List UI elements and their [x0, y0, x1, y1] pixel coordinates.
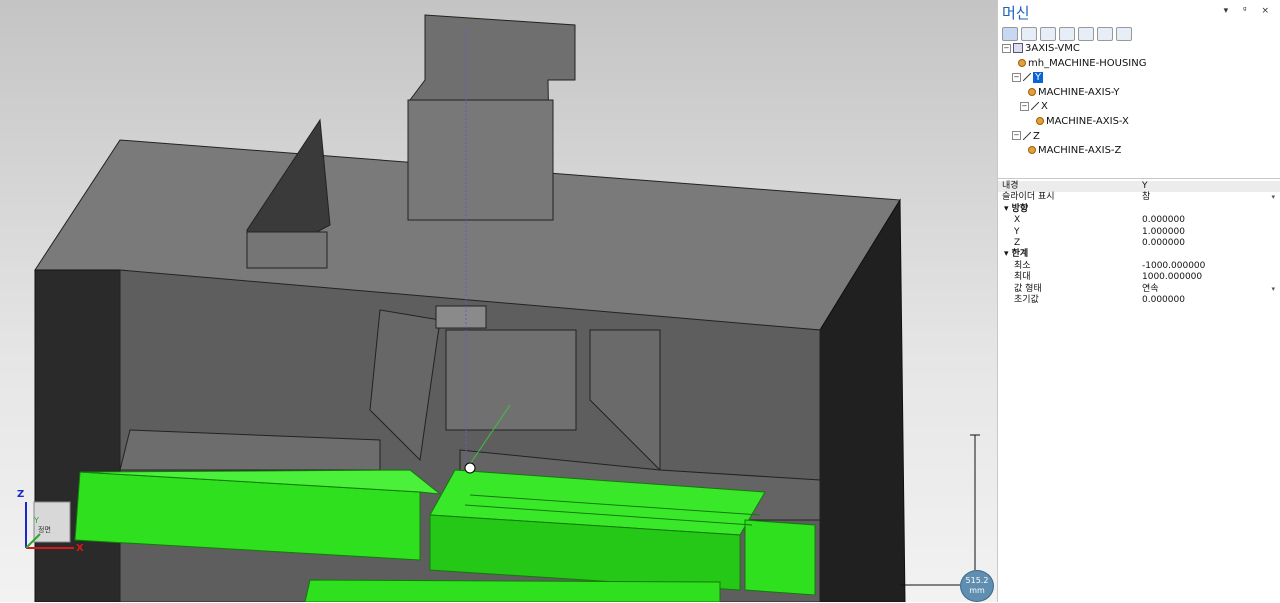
- property-value[interactable]: 0.000000: [1142, 238, 1185, 249]
- z-axis-label: Z: [17, 489, 25, 500]
- component-icon: [1018, 58, 1026, 67]
- view-navigator[interactable]: 정면 Z X Y: [14, 488, 84, 558]
- tree-expander[interactable]: −: [1020, 101, 1029, 111]
- column-block: [407, 99, 554, 221]
- properties-icon[interactable]: [1097, 27, 1113, 41]
- tree-node[interactable]: mh_MACHINE-HOUSING: [1018, 57, 1146, 70]
- property-value[interactable]: 0.000000: [1142, 295, 1185, 306]
- property-row[interactable]: 값 형태 연속 ▾: [998, 284, 1280, 295]
- property-key: ▾ 방향: [1004, 203, 1029, 214]
- tree-node-label: Y: [1033, 72, 1044, 84]
- measure-value: 515.2: [965, 576, 989, 585]
- panel-window-controls[interactable]: ▾ ᵍ ×: [1224, 6, 1275, 16]
- tree-node-label: 3AXIS-VMC: [1025, 43, 1080, 54]
- machine-tree[interactable]: −3AXIS-VMC mh_MACHINE-HOUSING − Y MACHINE-AX…: [998, 42, 1280, 172]
- property-value[interactable]: 0.000000: [1142, 215, 1185, 226]
- measure-badge: 515.2 mm: [960, 570, 994, 602]
- property-row[interactable]: Z 0.000000: [998, 238, 1280, 249]
- machine-icon: [1013, 43, 1023, 53]
- axis-icon: [1031, 102, 1039, 111]
- dropdown-icon[interactable]: ▾: [1271, 284, 1275, 295]
- tree-node[interactable]: − Z: [1012, 130, 1040, 143]
- property-row[interactable]: X 0.000000: [998, 215, 1280, 226]
- x-axis-label: X: [76, 543, 84, 554]
- tree-expander[interactable]: −: [1002, 43, 1011, 53]
- property-key: 최대: [1014, 272, 1031, 283]
- property-value[interactable]: -1000.000000: [1142, 261, 1205, 272]
- property-row[interactable]: Y 1.000000: [998, 227, 1280, 238]
- machine-panel: 머신 ▾ ᵍ × −3AXIS-VMC mh_MACHINE-HOUSING − Y M…: [997, 0, 1280, 602]
- tree-expander[interactable]: −: [1012, 131, 1021, 141]
- component-icon: [1028, 146, 1036, 155]
- refresh-icon[interactable]: [1078, 27, 1094, 41]
- property-row[interactable]: 최소 -1000.000000: [998, 261, 1280, 272]
- property-key: 값 형태: [1014, 283, 1042, 294]
- property-row[interactable]: 초기값 0.000000: [998, 295, 1280, 306]
- tree-node-label: MACHINE-AXIS-Z: [1038, 145, 1122, 157]
- property-value[interactable]: 1.000000: [1142, 227, 1185, 238]
- axis-icon[interactable]: [1059, 27, 1075, 41]
- property-key: 내경: [1002, 181, 1019, 191]
- table-base: [304, 579, 721, 602]
- spindle-nose: [435, 305, 487, 329]
- machine-scene: [34, 14, 980, 602]
- origin-marker: [464, 462, 476, 474]
- tree-node[interactable]: MACHINE-AXIS-Y: [1028, 86, 1119, 99]
- search-icon[interactable]: [1116, 27, 1132, 41]
- property-value[interactable]: 연속: [1142, 284, 1159, 295]
- tree-expander[interactable]: −: [1012, 72, 1021, 82]
- tree-node-label: MACHINE-AXIS-Y: [1038, 86, 1120, 98]
- tree-node-label: MACHINE-AXIS-X: [1046, 116, 1129, 127]
- 3d-viewport[interactable]: 정면 Z X Y 515.2 mm: [0, 0, 997, 602]
- axis-icon: [1023, 131, 1031, 140]
- property-row[interactable]: 최대 1000.000000: [998, 272, 1280, 283]
- tree-node[interactable]: − 3AXIS-VMC: [1002, 42, 1080, 55]
- nav-cube-face-label: 정면: [38, 525, 51, 534]
- property-key: 최소: [1014, 260, 1031, 271]
- y-axis-label: Y: [34, 516, 39, 525]
- property-value[interactable]: 참: [1142, 192, 1150, 203]
- property-key: Z: [1014, 238, 1021, 248]
- property-key: 슬라이더 표시: [1002, 192, 1055, 203]
- tree-node-label: X: [1041, 101, 1048, 113]
- hood-panel: [246, 231, 328, 269]
- y-saddle-right: [744, 519, 816, 596]
- component-icon: [1028, 87, 1036, 96]
- orientation-cube[interactable]: 정면: [14, 488, 84, 558]
- panel-title: 머신: [1002, 4, 1030, 22]
- property-grid[interactable]: 내경 Y 슬라이더 표시 참 ▾ ▾ 방향 X 0.000000 Y 1.000000 Z 0.000…: [998, 178, 1280, 603]
- tree-node[interactable]: MACHINE-AXIS-X: [1036, 115, 1129, 128]
- property-row[interactable]: 슬라이더 표시 참 ▾: [998, 192, 1280, 203]
- property-key: ▾ 한계: [1004, 249, 1029, 260]
- select-icon[interactable]: [1002, 27, 1018, 41]
- property-section[interactable]: ▾ 방향: [998, 204, 1280, 215]
- property-row[interactable]: 내경 Y: [998, 181, 1280, 192]
- dropdown-icon[interactable]: ▾: [1271, 192, 1275, 203]
- axis-icon: [1023, 73, 1031, 82]
- tree-node[interactable]: − X: [1020, 100, 1048, 113]
- property-value[interactable]: 1000.000000: [1142, 272, 1202, 283]
- panel-toolbar: [1002, 27, 1132, 41]
- tree-node-label: Z: [1033, 130, 1040, 142]
- copy-icon[interactable]: [1021, 27, 1037, 41]
- property-section[interactable]: ▾ 한계: [998, 249, 1280, 260]
- property-key: 초기값: [1014, 295, 1039, 305]
- property-key: X: [1014, 215, 1021, 226]
- property-key: Y: [1014, 226, 1020, 237]
- machine-icon[interactable]: [1040, 27, 1056, 41]
- tree-node[interactable]: MACHINE-AXIS-Z: [1028, 144, 1121, 157]
- component-icon: [1036, 117, 1044, 125]
- tree-node-label: mh_MACHINE-HOUSING: [1028, 57, 1147, 69]
- tree-node[interactable]: − Y: [1012, 71, 1044, 84]
- measure-unit: mm: [969, 586, 985, 595]
- property-value[interactable]: Y: [1142, 181, 1148, 192]
